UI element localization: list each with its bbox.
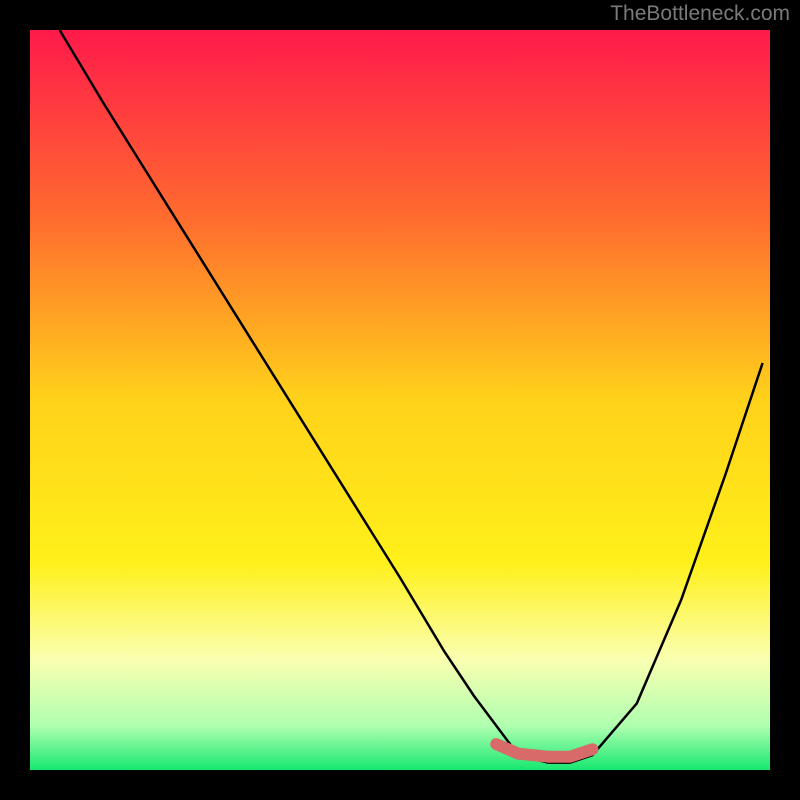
attribution-text: TheBottleneck.com [610,2,790,26]
chart-container: TheBottleneck.com [0,0,800,800]
bottleneck-chart [30,30,770,770]
gradient-background [30,30,770,770]
